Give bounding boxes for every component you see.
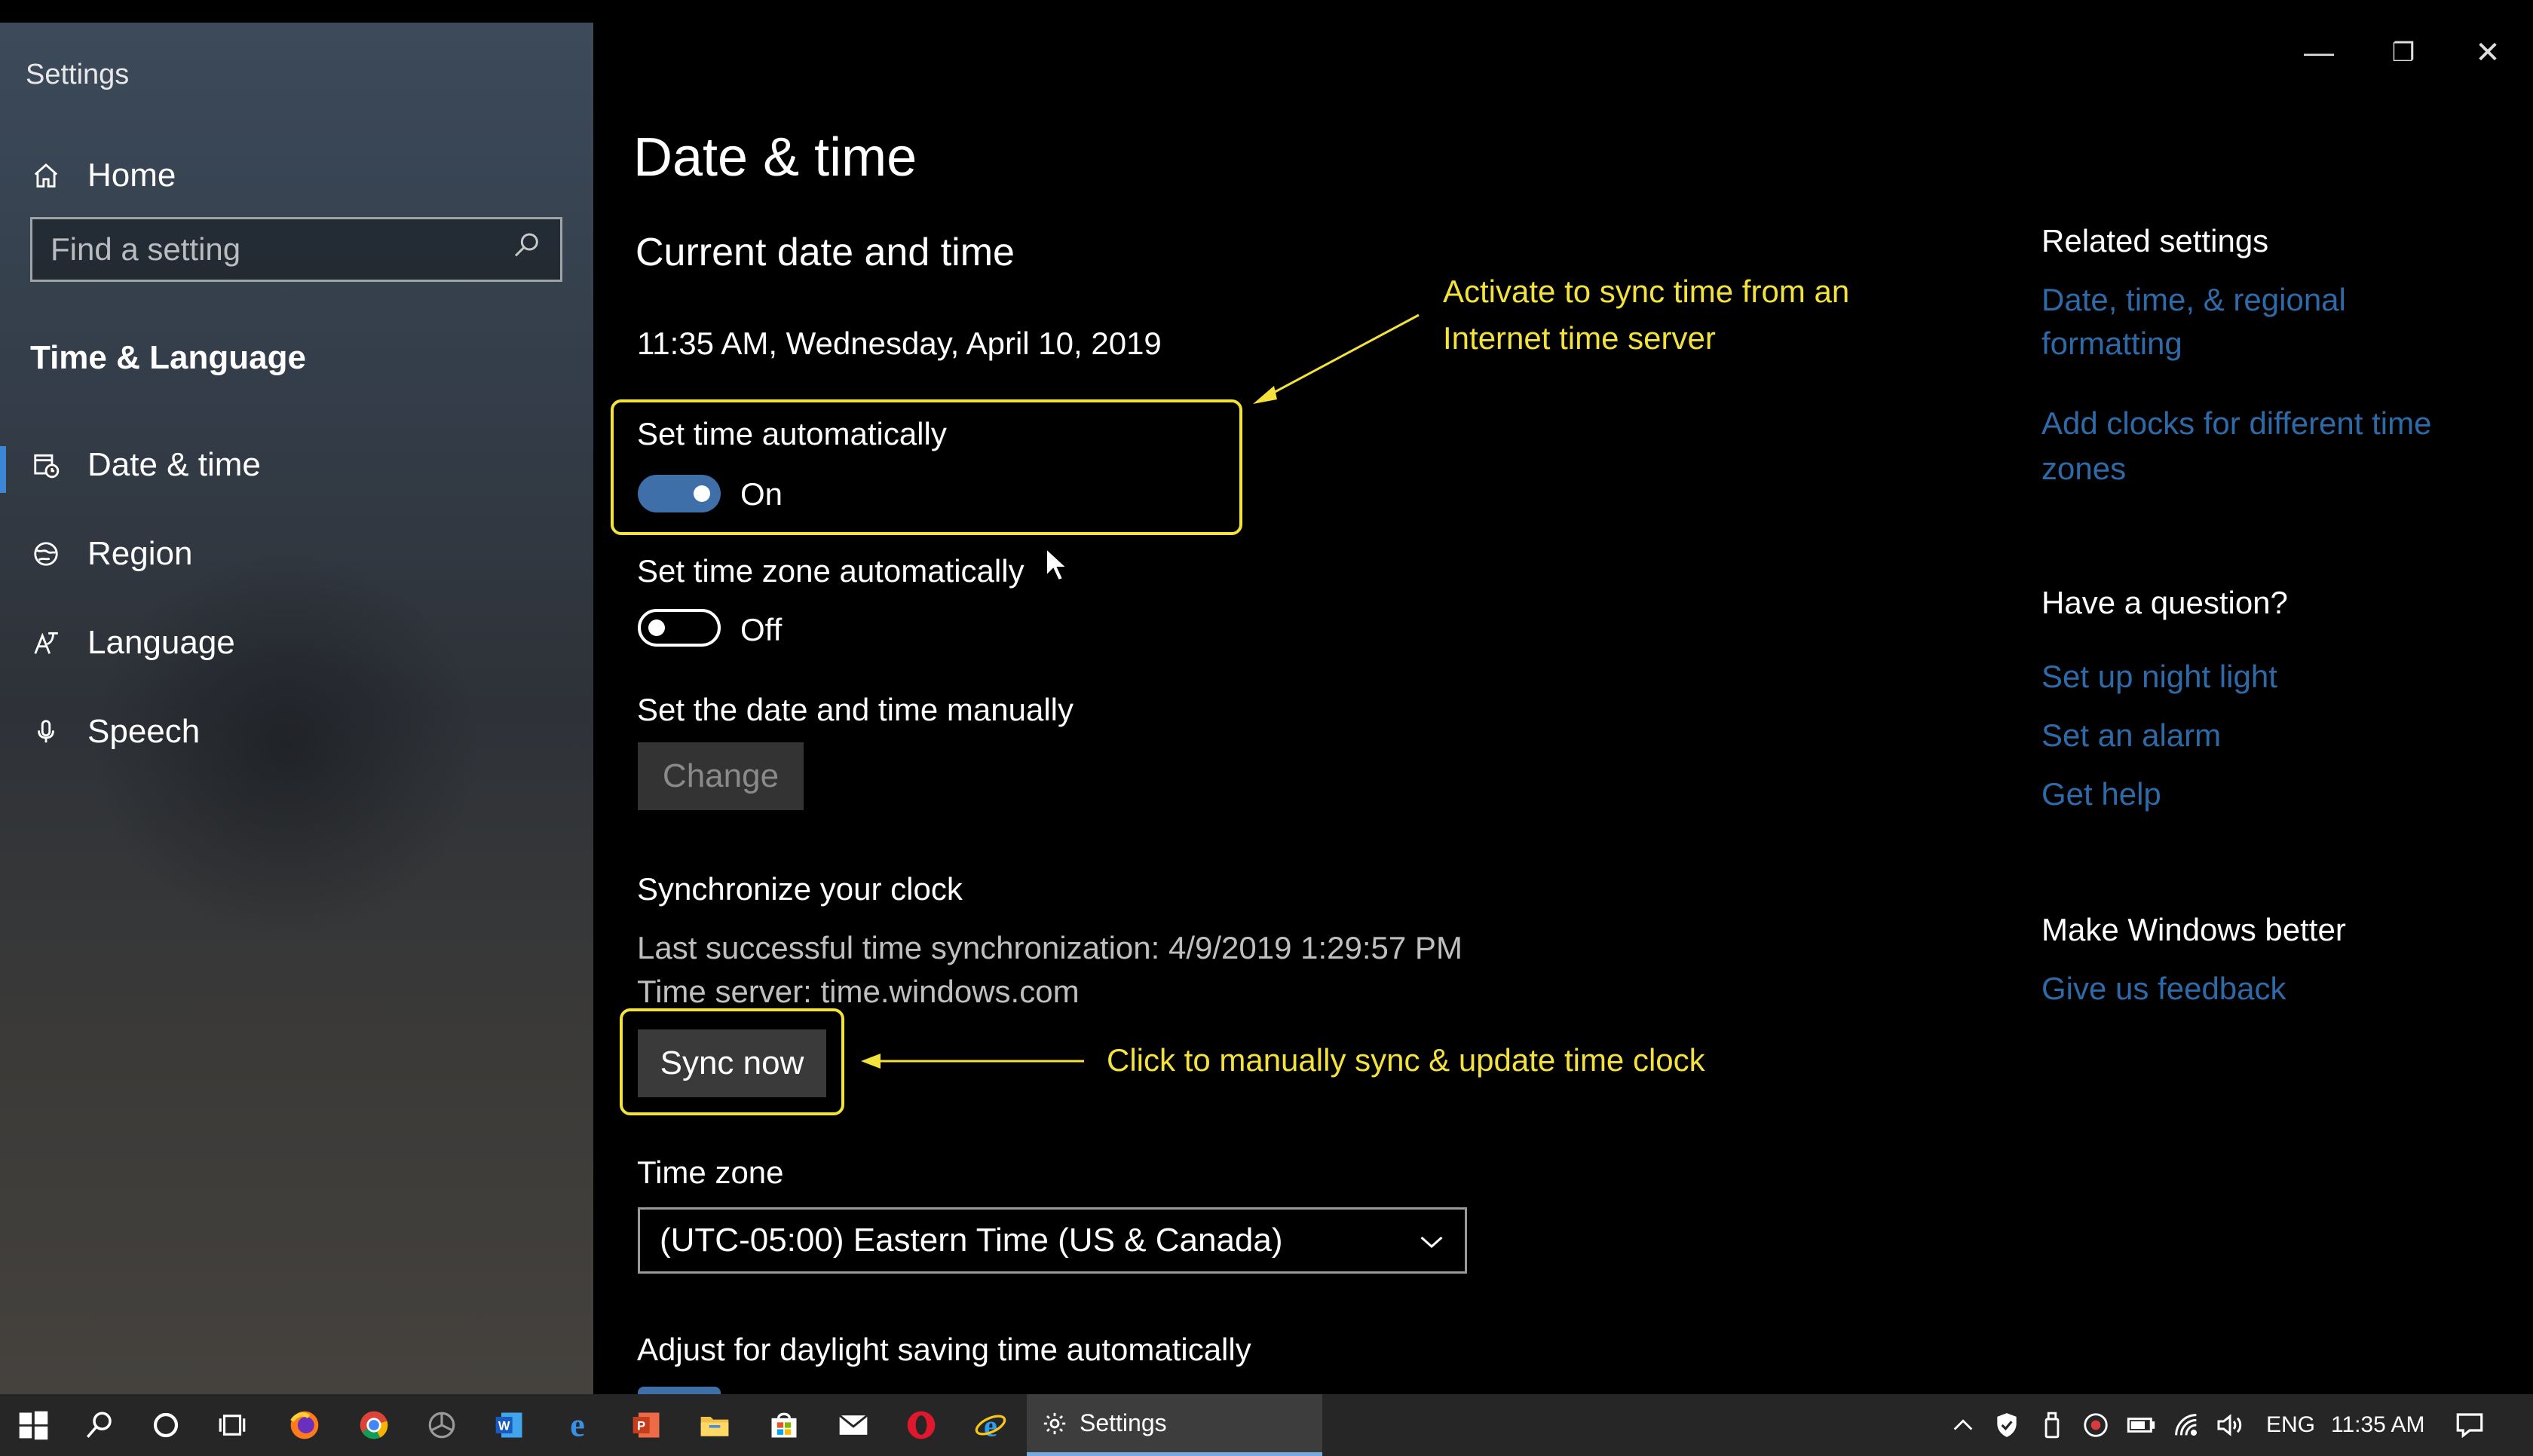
mouse-cursor-icon xyxy=(1046,547,1069,582)
annotation-manual-sync: Click to manually sync & update time clo… xyxy=(1107,1042,1705,1078)
svg-text:e: e xyxy=(984,1409,997,1442)
link-add-clocks-line2[interactable]: zones xyxy=(2041,446,2126,491)
related-settings-heading: Related settings xyxy=(2041,223,2269,258)
annotation-auto-sync-line2: Internet time server xyxy=(1443,320,1716,356)
chevron-up-icon[interactable] xyxy=(1942,1404,1984,1446)
store-icon[interactable] xyxy=(763,1404,805,1446)
start-icon[interactable] xyxy=(12,1404,54,1446)
notifications-icon[interactable] xyxy=(2449,1404,2491,1446)
opera-icon[interactable] xyxy=(900,1404,942,1446)
search-icon[interactable] xyxy=(78,1404,121,1446)
shield-icon[interactable] xyxy=(1986,1404,2028,1446)
powerpoint-icon[interactable]: P xyxy=(626,1404,668,1446)
link-night-light[interactable]: Set up night light xyxy=(2041,654,2277,699)
language-indicator[interactable]: ENG xyxy=(2266,1394,2315,1456)
mail-icon[interactable] xyxy=(832,1404,874,1446)
link-get-help[interactable]: Get help xyxy=(2041,772,2161,817)
cortana-icon[interactable] xyxy=(145,1404,187,1446)
gear-icon xyxy=(1042,1411,1067,1436)
clock[interactable]: 11:35 AM xyxy=(2331,1394,2425,1456)
taskbar-task-label: Settings xyxy=(1080,1409,1167,1436)
link-add-clocks-line1[interactable]: Add clocks for different time xyxy=(2041,401,2431,446)
internet-explorer-icon[interactable]: e xyxy=(969,1404,1012,1446)
volume-icon[interactable] xyxy=(2209,1404,2251,1446)
link-regional-formatting-line1[interactable]: Date, time, & regional xyxy=(2041,277,2346,323)
link-set-alarm[interactable]: Set an alarm xyxy=(2041,713,2221,758)
usb-drive-icon[interactable] xyxy=(2031,1404,2073,1446)
chrome-icon[interactable] xyxy=(353,1404,395,1446)
battery-icon[interactable] xyxy=(2120,1404,2162,1446)
svg-text:e: e xyxy=(570,1409,585,1442)
task-view-icon[interactable] xyxy=(211,1404,253,1446)
svg-text:P: P xyxy=(637,1419,645,1433)
edge-icon[interactable]: e xyxy=(556,1404,599,1446)
make-windows-better-heading: Make Windows better xyxy=(2041,912,2346,947)
app-tray-icon[interactable] xyxy=(2075,1404,2117,1446)
svg-text:W: W xyxy=(498,1419,510,1433)
annotation-auto-sync-line1: Activate to sync time from an xyxy=(1443,274,1850,309)
have-question-heading: Have a question? xyxy=(2041,585,2288,620)
file-explorer-icon[interactable] xyxy=(694,1404,736,1446)
taskbar: W e P e Settings ENG 11:35 AM xyxy=(0,1394,2533,1456)
wifi-icon[interactable] xyxy=(2165,1404,2207,1446)
app-icon[interactable] xyxy=(421,1404,463,1446)
word-icon[interactable]: W xyxy=(489,1404,531,1446)
link-feedback[interactable]: Give us feedback xyxy=(2041,966,2286,1011)
link-regional-formatting-line2[interactable]: formatting xyxy=(2041,321,2182,366)
firefox-icon[interactable] xyxy=(283,1404,326,1446)
taskbar-settings-task[interactable]: Settings xyxy=(1027,1394,1322,1456)
